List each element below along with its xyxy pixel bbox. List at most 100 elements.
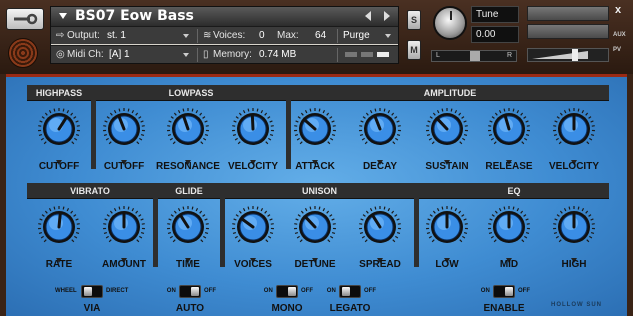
logo-icon [8, 38, 38, 68]
knob-high[interactable] [552, 205, 596, 249]
instrument-name[interactable]: BS07 Eow Bass [75, 8, 194, 24]
toggle-auto[interactable] [179, 285, 201, 298]
section-unison: UNISON [225, 183, 414, 199]
purge-button[interactable]: Purge [343, 30, 370, 41]
pan-slider[interactable]: L R [431, 50, 517, 62]
knob-value-marker-icon [312, 153, 318, 165]
max-label: Max: [277, 30, 299, 41]
toggle-mono[interactable] [276, 285, 298, 298]
section-vibrato: VIBRATO [27, 183, 153, 199]
toggle-lever [505, 287, 513, 296]
knob-pointer [57, 211, 62, 229]
memory-value: 0.74 MB [259, 49, 297, 60]
voices-icon: ≋ [203, 30, 212, 41]
toggle-right-label: OFF [364, 288, 376, 294]
knob-value-marker-icon [444, 251, 450, 263]
section-divider [153, 183, 158, 267]
section-amplitude: AMPLITUDE [291, 85, 609, 101]
toggle-right-label: OFF [518, 288, 530, 294]
knob-low[interactable] [425, 205, 469, 249]
prev-arrow-icon[interactable] [365, 11, 371, 21]
knob-cutoff[interactable] [102, 107, 146, 151]
midi-dropdown-icon[interactable] [183, 53, 189, 57]
toggle-enable[interactable] [493, 285, 515, 298]
knob-time[interactable] [166, 205, 210, 249]
midi-channel-select[interactable]: [A] 1 [109, 49, 130, 60]
voices-label: Voices: [213, 30, 246, 41]
toggle-lever [288, 287, 296, 296]
knob-amount[interactable] [102, 205, 146, 249]
memory-label: Memory: [213, 49, 252, 60]
max-voices-value[interactable]: 64 [315, 30, 326, 41]
instrument-title-row: BS07 Eow Bass [51, 7, 398, 26]
purge-dropdown-icon[interactable] [385, 34, 391, 38]
toggle-legato[interactable] [339, 285, 361, 298]
divider [337, 48, 338, 62]
section-divider [286, 85, 291, 169]
toggle-lever [342, 287, 350, 296]
mute-button[interactable]: M [407, 40, 421, 60]
knob-value-marker-icon [185, 153, 191, 165]
next-arrow-icon[interactable] [384, 11, 390, 21]
output-dropdown-icon[interactable] [183, 34, 189, 38]
toggle-right-label: OFF [204, 288, 216, 294]
toggle-left-label: ON [480, 288, 490, 294]
section-divider [220, 183, 225, 267]
level-meters [527, 6, 609, 40]
knob-rate[interactable] [37, 205, 81, 249]
knob-value-marker-icon [121, 251, 127, 263]
knob-detune[interactable] [293, 205, 337, 249]
pv-button[interactable]: PV [613, 47, 621, 53]
toggle-via[interactable] [81, 285, 103, 298]
toggle-label: ENABLE [483, 303, 525, 314]
knob-value-marker-icon [250, 251, 256, 263]
knob-value-marker-icon [312, 251, 318, 263]
knob-velocity[interactable] [552, 107, 596, 151]
section-glide: GLIDE [158, 183, 220, 199]
section-highpass: HIGHPASS [27, 85, 91, 101]
output-arrow-icon: ⇨ [56, 30, 65, 41]
pan-handle[interactable] [470, 51, 480, 61]
menu-triangle-icon[interactable] [59, 13, 67, 19]
knob-velocity[interactable] [231, 107, 275, 151]
knob-value-marker-icon [250, 153, 256, 165]
knob-value-marker-icon [56, 251, 62, 263]
knob-value-marker-icon [185, 251, 191, 263]
toggle-label: LEGATO [329, 303, 371, 314]
tune-knob[interactable] [433, 6, 467, 40]
knob-release[interactable] [487, 107, 531, 151]
output-row: ⇨ Output: st. 1 ≋ Voices: 0 Max: 64 Purg… [51, 26, 398, 44]
toggle-left-label: ON [326, 288, 336, 294]
knob-cutoff[interactable] [37, 107, 81, 151]
brand-label: HOLLOW SUN [551, 302, 602, 308]
knob-value-marker-icon [444, 153, 450, 165]
toggle-lever [84, 287, 92, 296]
knob-label: HIGH [561, 259, 587, 270]
section-divider [414, 183, 419, 267]
knob-spread[interactable] [358, 205, 402, 249]
solo-button[interactable]: S [407, 10, 421, 30]
knob-value-marker-icon [377, 251, 383, 263]
knob-sustain[interactable] [425, 107, 469, 151]
output-select[interactable]: st. 1 [107, 30, 126, 41]
section-divider [91, 85, 96, 169]
instrument-info-box: BS07 Eow Bass ⇨ Output: st. 1 ≋ Voices: … [50, 6, 399, 64]
toggle-left-label: ON [263, 288, 273, 294]
knob-attack[interactable] [293, 107, 337, 151]
knob-mid[interactable] [487, 205, 531, 249]
tune-value[interactable]: 0.00 [471, 26, 519, 43]
aux-button[interactable]: AUX [613, 32, 626, 38]
knob-resonance[interactable] [166, 107, 210, 151]
knob-decay[interactable] [358, 107, 402, 151]
pan-right-label: R [506, 52, 512, 59]
knob-voices[interactable] [231, 205, 275, 249]
wrench-icon[interactable] [6, 8, 44, 30]
knob-label: VELOCITY [548, 161, 599, 172]
volume-slider[interactable] [527, 48, 609, 62]
instrument-panel: HIGHPASS LOWPASS AMPLITUDE VIBRATO GLIDE… [6, 74, 627, 316]
knob-value-marker-icon [377, 153, 383, 165]
purge-level-icon [345, 52, 389, 57]
knob-value-marker-icon [506, 153, 512, 165]
toggle-left-label: WHEEL [55, 288, 77, 294]
close-icon[interactable]: x [615, 4, 621, 16]
